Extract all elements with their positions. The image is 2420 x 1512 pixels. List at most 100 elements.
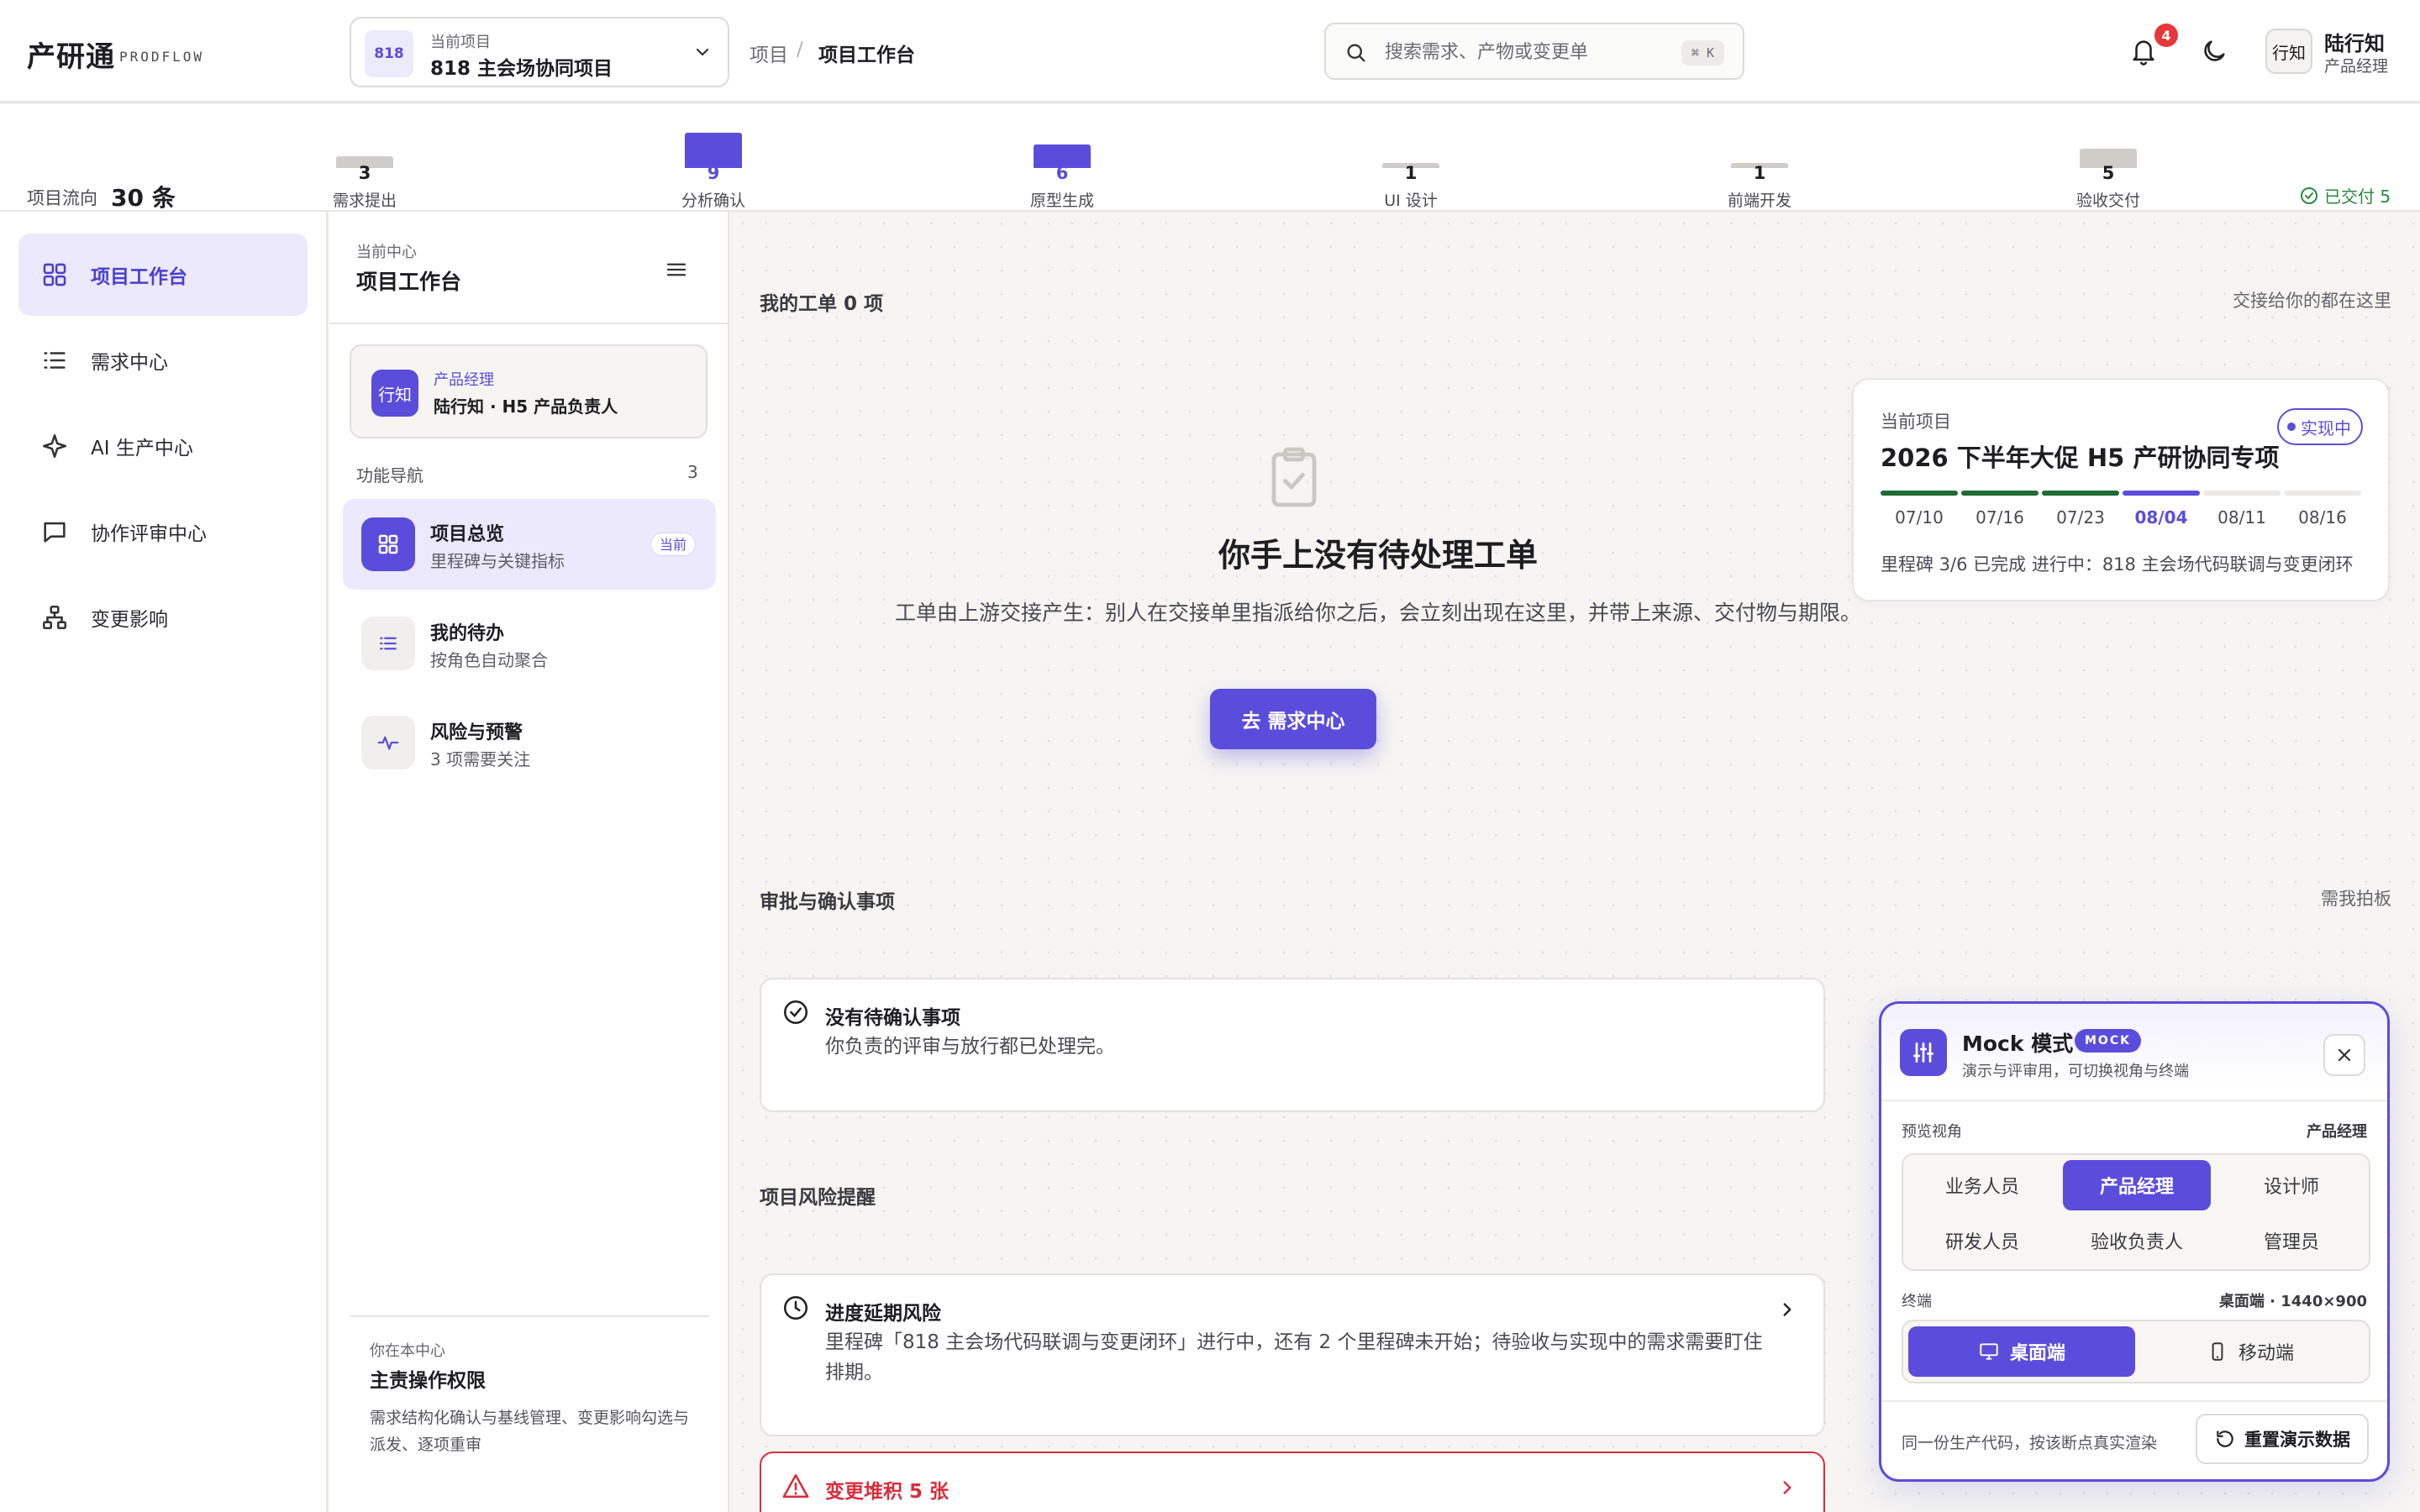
milestone-segment (2042, 491, 2119, 496)
reset-demo-button[interactable]: 重置演示数据 (2196, 1414, 2369, 1464)
function-item-todos[interactable]: 我的待办 按角色自动聚合 (343, 598, 716, 689)
bell-icon[interactable] (2129, 35, 2158, 67)
approvals-hint: 需我拍板 (2321, 889, 2391, 909)
moon-icon[interactable] (2200, 37, 2228, 66)
sidebar-item-change-impact[interactable]: 变更影响 (18, 576, 308, 659)
milestone: 08/16 (2284, 491, 2361, 528)
mock-footer-note: 同一份生产代码，按该断点真实渲染 (1902, 1434, 2158, 1452)
flow-stage-name: 前端开发 (1727, 192, 1791, 210)
project-switcher[interactable]: 818 当前项目 818 主会场协同项目 (350, 17, 729, 87)
sidebar-item-review[interactable]: 协作评审中心 (18, 491, 308, 573)
milestone-segment (1961, 491, 2039, 496)
go-requirements-button[interactable]: 去 需求中心 (1210, 689, 1376, 749)
risk-item[interactable]: 进度延期风险 里程碑「818 主会场代码联调与变更闭环」进行中，还有 2 个里程… (760, 1273, 1825, 1436)
menu-icon[interactable] (664, 257, 689, 282)
flow-stage-count: 1 (1404, 163, 1418, 183)
milestone-date: 08/11 (2217, 507, 2266, 528)
role-option[interactable]: 业务人员 (1908, 1160, 2056, 1210)
sidebar-item-label: 协作评审中心 (91, 523, 207, 545)
phone-icon (2212, 1342, 2223, 1361)
divider (350, 1315, 709, 1317)
empty-state-title: 你手上没有待处理工单 (1218, 537, 1538, 574)
risk-item-description: 里程碑「818 主会场代码联调与变更闭环」进行中，还有 2 个里程碑未开始；待验… (825, 1331, 1763, 1383)
close-button[interactable] (2323, 1034, 2365, 1076)
flow-stage[interactable]: 1 前端开发 (1676, 104, 1844, 212)
chevron-right-icon (1776, 1299, 1798, 1320)
chat-icon (44, 522, 66, 543)
user-name: 陆行知 (2324, 32, 2385, 55)
flow-label: 项目流向 (27, 188, 97, 208)
brand-subtitle: PRODFLOW (119, 49, 205, 65)
grid-icon (43, 263, 66, 286)
search-input[interactable] (1385, 39, 1654, 65)
sidebar-item-ai-production[interactable]: AI 生产中心 (18, 405, 308, 487)
function-nav-label: 功能导航 (356, 465, 424, 486)
flow-stage[interactable]: 9 分析确认 (629, 104, 797, 212)
check-circle-icon (2301, 186, 2317, 204)
search-icon (1344, 41, 1368, 65)
my-tickets-title: 我的工单 0 项 (760, 293, 884, 315)
role-caption: 产品经理 (434, 371, 494, 389)
approvals-title: 审批与确认事项 (760, 891, 895, 913)
grid-icon (361, 517, 415, 571)
approvals-empty-description: 你负责的评审与放行都已处理完。 (825, 1036, 1115, 1058)
role-avatar: 行知 (371, 370, 418, 417)
reset-icon (2217, 1431, 2233, 1447)
terminal-mobile-button[interactable]: 移动端 (2137, 1326, 2364, 1377)
sidebar-item-label: 变更影响 (91, 609, 168, 631)
milestone-segment (2203, 491, 2281, 496)
user-role: 产品经理 (2324, 57, 2389, 76)
sidebar-item-requirements[interactable]: 需求中心 (18, 319, 308, 402)
search-shortcut: ⌘ K (1681, 40, 1724, 66)
avatar[interactable]: 行知 (2265, 29, 2312, 74)
reset-demo-label: 重置演示数据 (2244, 1430, 2350, 1450)
flow-stage[interactable]: 6 原型生成 (978, 104, 1146, 212)
approvals-empty-card: 没有待确认事项 你负责的评审与放行都已处理完。 (760, 978, 1825, 1112)
milestone: 07/16 (1961, 491, 2039, 528)
delivered-indicator[interactable]: 已交付 5 (2299, 183, 2391, 207)
permission-caption: 你在本中心 (370, 1342, 445, 1360)
function-nav-count: 3 (687, 462, 698, 482)
risks-title: 项目风险提醒 (760, 1187, 876, 1209)
empty-state-description: 工单由上游交接产生：别人在交接单里指派给你之后，会立刻出现在这里，并带上来源、交… (894, 601, 1861, 625)
terminal-desktop-button[interactable]: 桌面端 (1908, 1326, 2135, 1377)
function-item-risks[interactable]: 风险与预警 3 项需要关注 (343, 697, 716, 788)
role-option[interactable]: 验收负责人 (2063, 1215, 2211, 1266)
sidebar-item-label: 需求中心 (91, 352, 168, 374)
pulse-icon (361, 716, 415, 769)
current-tag: 当前 (650, 533, 696, 556)
flow-stage-count: 1 (1753, 163, 1766, 183)
function-item-overview[interactable]: 项目总览 里程碑与关键指标 当前 (343, 499, 716, 590)
current-project-card[interactable]: 当前项目 2026 下半年大促 H5 产研协同专项 实现中 07/10 07/16… (1852, 378, 2390, 601)
brand-logo[interactable]: 产研通 (27, 34, 115, 75)
role-description: 陆行知 · H5 产品负责人 (434, 396, 618, 417)
flow-stage[interactable]: 5 验收交付 (2024, 104, 2192, 212)
milestone-date: 08/04 (2134, 507, 2188, 528)
search-box[interactable]: ⌘ K (1324, 23, 1744, 80)
role-option[interactable]: 管理员 (2217, 1215, 2365, 1266)
role-option[interactable]: 设计师 (2217, 1160, 2365, 1210)
flow-stage[interactable]: 3 需求提出 (281, 104, 449, 212)
flow-total: 30 条 (111, 184, 176, 212)
sidebar-item-label: AI 生产中心 (91, 438, 193, 459)
flow-stage-name: 验收交付 (2075, 192, 2140, 210)
flow-stage[interactable]: 1 UI 设计 (1327, 104, 1495, 212)
milestone: 08/11 (2203, 491, 2281, 528)
role-option[interactable]: 研发人员 (1908, 1215, 2056, 1266)
risk-item[interactable]: 变更堆积 5 张 (760, 1452, 1825, 1512)
sidebar-item-workbench[interactable]: 项目工作台 (18, 234, 308, 316)
flow-stage-name: 需求提出 (332, 192, 397, 210)
center-subpanel: 当前中心 项目工作台 行知 产品经理 陆行知 · H5 产品负责人 功能导航 3… (329, 212, 729, 1512)
role-option-active[interactable]: 产品经理 (2063, 1160, 2211, 1210)
breadcrumb-root[interactable]: 项目 (750, 39, 788, 67)
delivered-label: 已交付 5 (2324, 186, 2391, 207)
project-flow-strip: 项目流向 30 条 3 需求提出 9 分析确认 6 原型生成 1 UI 设计 1 前端开发 5 验收交… (0, 104, 2420, 212)
terminal-label: 移动端 (2238, 1343, 2294, 1364)
divider (329, 323, 728, 324)
divider (1881, 1400, 2387, 1402)
mock-mode-panel: Mock 模式 MOCK 演示与评审用，可切换视角与终端 预览视角 产品经理 业… (1879, 1001, 2390, 1482)
sidebar-item-label: 项目工作台 (91, 266, 187, 288)
my-tickets-hint: 交接给你的都在这里 (2233, 291, 2391, 311)
subpanel-title: 项目工作台 (356, 270, 462, 294)
hierarchy-icon (42, 605, 67, 630)
